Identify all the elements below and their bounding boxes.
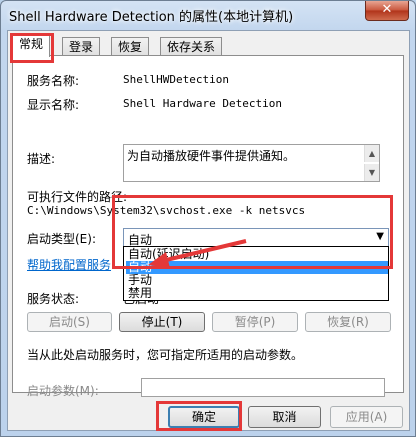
description-text: 为自动播放硬件事件提供通知。 bbox=[127, 149, 296, 163]
resume-service-button[interactable]: 恢复(R) bbox=[305, 312, 391, 332]
service-status-label: 服务状态: bbox=[27, 292, 80, 306]
general-tab-panel: 服务名称: ShellHWDetection 显示名称: Shell Hardw… bbox=[12, 55, 404, 398]
start-params-input[interactable] bbox=[141, 378, 385, 397]
option-manual[interactable]: 手动 bbox=[126, 274, 388, 287]
apply-button[interactable]: 应用(A) bbox=[330, 406, 403, 428]
scroll-down-arrow-icon[interactable]: ▼ bbox=[364, 164, 379, 181]
option-disabled[interactable]: 禁用 bbox=[126, 287, 388, 300]
chevron-down-icon[interactable]: ▼ bbox=[376, 231, 384, 242]
start-params-label: 启动参数(M): bbox=[27, 384, 99, 398]
display-name-value: Shell Hardware Detection bbox=[123, 97, 282, 110]
close-button[interactable]: ✕ bbox=[365, 1, 409, 21]
help-configure-link[interactable]: 帮助我配置服务 bbox=[27, 256, 111, 273]
exe-path-label: 可执行文件的路径: bbox=[27, 190, 128, 204]
start-params-hint: 当从此处启动服务时，您可指定所适用的启动参数。 bbox=[27, 348, 304, 362]
tab-dependencies[interactable]: 依存关系 bbox=[160, 37, 223, 56]
properties-window: Shell Hardware Detection 的属性(本地计算机) ✕ 常规… bbox=[0, 0, 416, 437]
pause-service-button[interactable]: 暂停(P) bbox=[212, 312, 298, 332]
close-icon: ✕ bbox=[381, 2, 393, 17]
stop-service-button[interactable]: 停止(T) bbox=[119, 312, 205, 332]
startup-type-label: 启动类型(E): bbox=[27, 232, 96, 246]
service-name-label: 服务名称: bbox=[27, 74, 80, 88]
description-box[interactable]: 为自动播放硬件事件提供通知。 ▲ ▼ bbox=[123, 144, 380, 182]
window-title: Shell Hardware Detection 的属性(本地计算机) bbox=[9, 10, 294, 25]
tab-recovery[interactable]: 恢复 bbox=[111, 37, 150, 56]
display-name-label: 显示名称: bbox=[27, 98, 80, 112]
tab-general[interactable]: 常规 bbox=[12, 34, 51, 57]
exe-path-value: C:\Windows\System32\svchost.exe -k netsv… bbox=[27, 204, 306, 217]
title-bar[interactable]: Shell Hardware Detection 的属性(本地计算机) ✕ bbox=[1, 1, 415, 29]
scroll-up-arrow-icon[interactable]: ▲ bbox=[364, 145, 379, 162]
start-service-button[interactable]: 启动(S) bbox=[27, 312, 112, 332]
ok-button[interactable]: 确定 bbox=[168, 406, 240, 428]
tab-logon[interactable]: 登录 bbox=[62, 37, 101, 56]
dialog-content: 常规 登录 恢复 依存关系 服务名称: ShellHWDetection 显示名… bbox=[7, 30, 410, 431]
description-label: 描述: bbox=[27, 152, 56, 166]
service-name-value: ShellHWDetection bbox=[123, 73, 229, 86]
cancel-button[interactable]: 取消 bbox=[248, 406, 321, 428]
annotation-arrow-icon bbox=[148, 239, 247, 268]
